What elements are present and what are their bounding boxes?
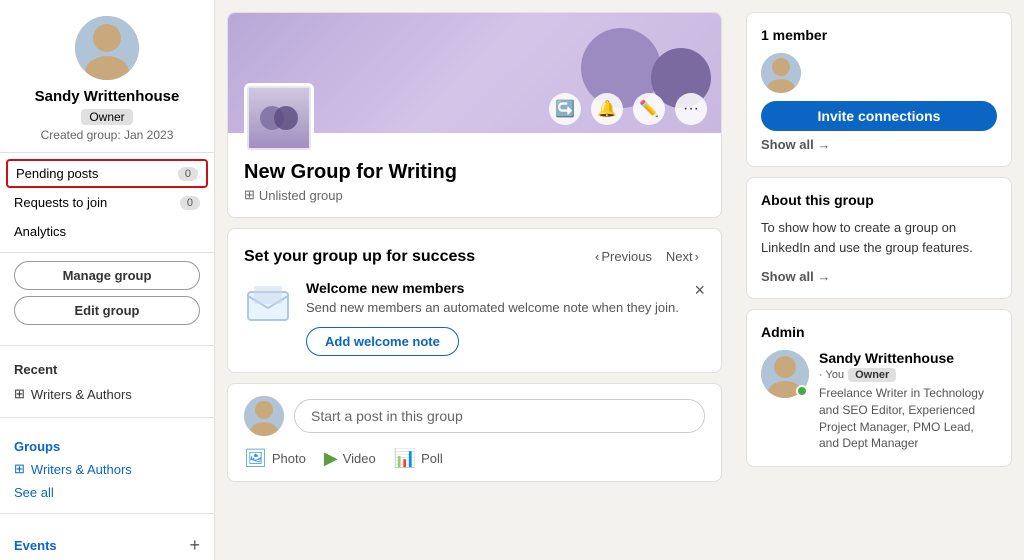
groups-writers-authors[interactable]: ⊞ Writers & Authors (14, 456, 200, 482)
left-sidebar: Sandy Writtenhouse Owner Created group: … (0, 0, 215, 560)
avatar (75, 16, 139, 80)
recent-writers-authors[interactable]: ⊞ Writers & Authors (14, 381, 200, 407)
notifications-button[interactable]: 🔔 (591, 93, 623, 125)
about-show-all-button[interactable]: Show all → (761, 263, 830, 284)
grid-icon-2: ⊞ (14, 461, 25, 477)
online-indicator (796, 385, 808, 397)
groups-section: Groups ⊞ Writers & Authors See all (0, 424, 214, 507)
next-button[interactable]: Next › (660, 245, 705, 268)
member-row (761, 53, 997, 93)
poll-button[interactable]: 📊 Poll (394, 448, 443, 469)
post-box: Start a post in this group 🖼 Photo ▶ Vid… (227, 383, 722, 482)
right-sidebar: 1 member Invite connections Show all → A… (734, 0, 1024, 560)
recent-section: Recent ⊞ Writers & Authors (0, 352, 214, 411)
success-card: Set your group up for success ‹ Previous… (227, 228, 722, 373)
edit-button[interactable]: ✏️ (633, 93, 665, 125)
about-text: To show how to create a group on LinkedI… (761, 218, 997, 257)
admin-avatar-wrap (761, 350, 809, 398)
members-count: 1 member (761, 27, 997, 43)
admin-row: Sandy Writtenhouse · You Owner Freelance… (761, 350, 997, 452)
nav-prev-next: ‹ Previous Next › (589, 245, 705, 268)
post-input[interactable]: Start a post in this group (294, 399, 705, 433)
groups-section-title[interactable]: Groups (14, 434, 200, 456)
group-banner: ↪️ 🔔 ✏️ ··· (228, 13, 721, 133)
post-input-row: Start a post in this group (244, 396, 705, 436)
sidebar-role-badge: Owner (81, 109, 132, 125)
group-subtitle: ⊞ Unlisted group (244, 187, 705, 203)
members-card: 1 member Invite connections Show all → (746, 12, 1012, 167)
sidebar-user-name: Sandy Writtenhouse (35, 88, 180, 105)
group-logo (244, 83, 314, 153)
events-label[interactable]: Events (14, 538, 57, 553)
previous-button[interactable]: ‹ Previous (589, 245, 658, 268)
sidebar-created-date: Created group: Jan 2023 (41, 128, 174, 142)
share-button[interactable]: ↪️ (549, 93, 581, 125)
grid-icon: ⊞ (14, 386, 25, 402)
close-button[interactable]: × (694, 280, 705, 301)
groups-see-all[interactable]: See all (14, 482, 200, 503)
sidebar-requests-join[interactable]: Requests to join 0 (0, 188, 214, 217)
admin-info: Sandy Writtenhouse · You Owner Freelance… (819, 350, 997, 452)
sidebar-profile: Sandy Writtenhouse Owner Created group: … (0, 0, 214, 153)
add-welcome-note-button[interactable]: Add welcome note (306, 327, 459, 356)
success-card-title: Welcome new members (306, 280, 679, 296)
photo-icon: 🖼 (244, 448, 267, 469)
admin-name: Sandy Writtenhouse (819, 350, 954, 366)
success-header: Set your group up for success ‹ Previous… (244, 245, 705, 268)
photo-button[interactable]: 🖼 Photo (244, 448, 306, 469)
admin-card: Admin Sandy Writtenhouse (746, 309, 1012, 467)
welcome-icon (244, 280, 292, 328)
more-options-button[interactable]: ··· (675, 93, 707, 125)
poll-icon: 📊 (394, 448, 416, 469)
admin-description: Freelance Writer in Technology and SEO E… (819, 385, 997, 452)
banner-actions: ↪️ 🔔 ✏️ ··· (549, 93, 707, 125)
success-title: Set your group up for success (244, 248, 475, 266)
group-logo-inner (249, 88, 309, 148)
events-add-icon[interactable]: + (189, 535, 200, 556)
sidebar-pending-posts[interactable]: Pending posts 0 (6, 159, 208, 188)
invite-connections-button[interactable]: Invite connections (761, 101, 997, 131)
about-card: About this group To show how to create a… (746, 177, 1012, 299)
pending-posts-badge: 0 (178, 167, 198, 181)
success-card-desc: Send new members an automated welcome no… (306, 300, 679, 315)
member-avatar (761, 53, 801, 93)
video-button[interactable]: ▶ Video (324, 448, 376, 469)
post-actions: 🖼 Photo ▶ Video 📊 Poll (244, 446, 705, 469)
members-show-all-button[interactable]: Show all → (761, 131, 830, 152)
recent-section-title: Recent (14, 362, 200, 377)
admin-title: Admin (761, 324, 997, 340)
chevron-left-icon: ‹ (595, 249, 599, 264)
sidebar-nav: Pending posts 0 Requests to join 0 Analy… (0, 153, 214, 253)
chevron-right-icon: › (695, 249, 699, 264)
unlisted-icon: ⊞ (244, 187, 255, 203)
edit-group-button[interactable]: Edit group (14, 296, 200, 325)
main-content: ↪️ 🔔 ✏️ ··· New Group for Writing ⊞ Unli… (215, 0, 734, 560)
requests-join-badge: 0 (180, 196, 200, 210)
events-section: Events + (0, 520, 214, 560)
group-header-card: ↪️ 🔔 ✏️ ··· New Group for Writing ⊞ Unli… (227, 12, 722, 218)
admin-owner-badge: Owner (848, 368, 896, 382)
group-title: New Group for Writing (244, 161, 705, 184)
success-body: Welcome new members Send new members an … (244, 280, 705, 356)
success-text-content: Welcome new members Send new members an … (306, 280, 679, 356)
post-avatar (244, 396, 284, 436)
sidebar-analytics[interactable]: Analytics (0, 217, 214, 246)
manage-group-button[interactable]: Manage group (14, 261, 200, 290)
about-title: About this group (761, 192, 997, 208)
admin-you-label: · You (819, 369, 844, 381)
video-icon: ▶ (324, 448, 338, 469)
